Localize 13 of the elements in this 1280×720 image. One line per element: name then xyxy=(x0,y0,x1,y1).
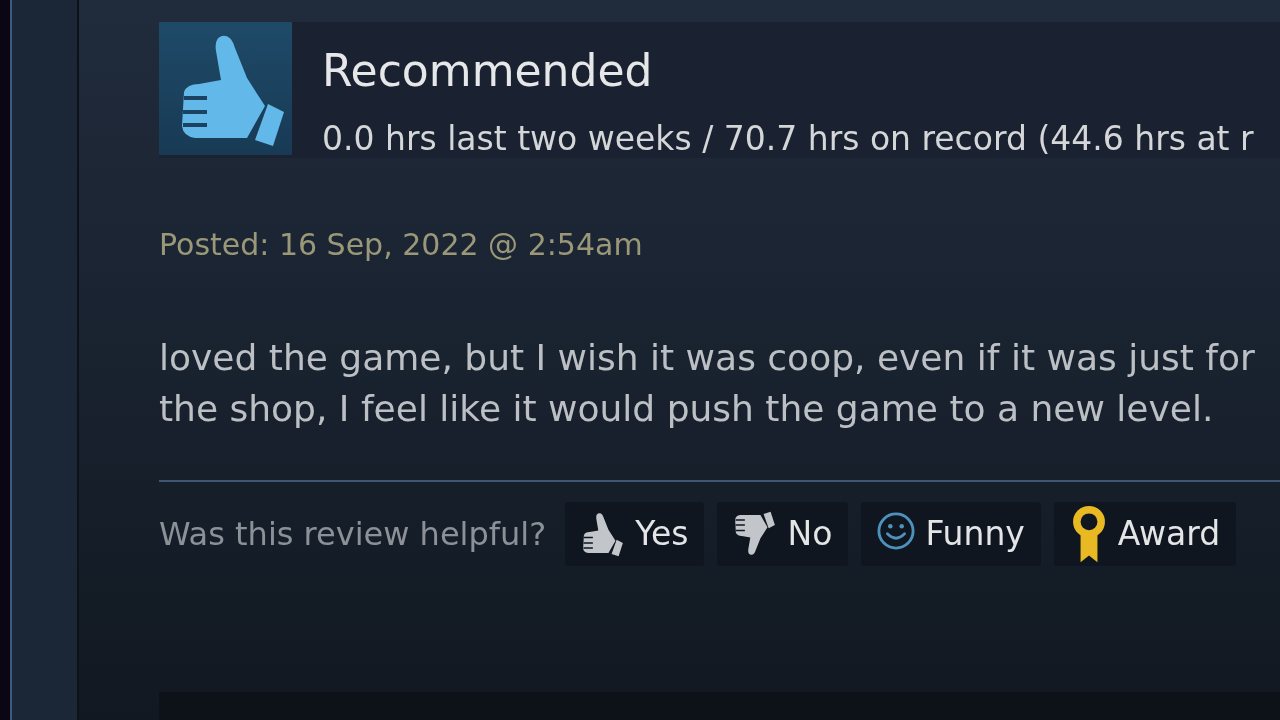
thumbs-down-icon xyxy=(733,511,778,557)
yes-button[interactable]: Yes xyxy=(565,502,705,566)
no-button[interactable]: No xyxy=(717,502,849,566)
thumbs-up-icon xyxy=(581,511,626,557)
thumbs-up-icon xyxy=(159,22,292,155)
smiley-icon xyxy=(877,512,916,550)
helpful-prompt: Was this review helpful? xyxy=(159,514,547,554)
review-text: loved the game, but I wish it was coop, even if it was just for the shop, I feel like it would push the game to a new level. xyxy=(159,336,1255,431)
posted-date: Posted: 16 Sep, 2022 @ 2:54am xyxy=(159,226,643,264)
review-verdict-title: Recommended xyxy=(322,45,653,97)
award-button[interactable]: Award xyxy=(1053,502,1237,566)
playtime-text: 0.0 hrs last two weeks / 70.7 hrs on record (44.6 hrs at r xyxy=(322,119,1254,159)
funny-button[interactable]: Funny xyxy=(861,502,1041,566)
